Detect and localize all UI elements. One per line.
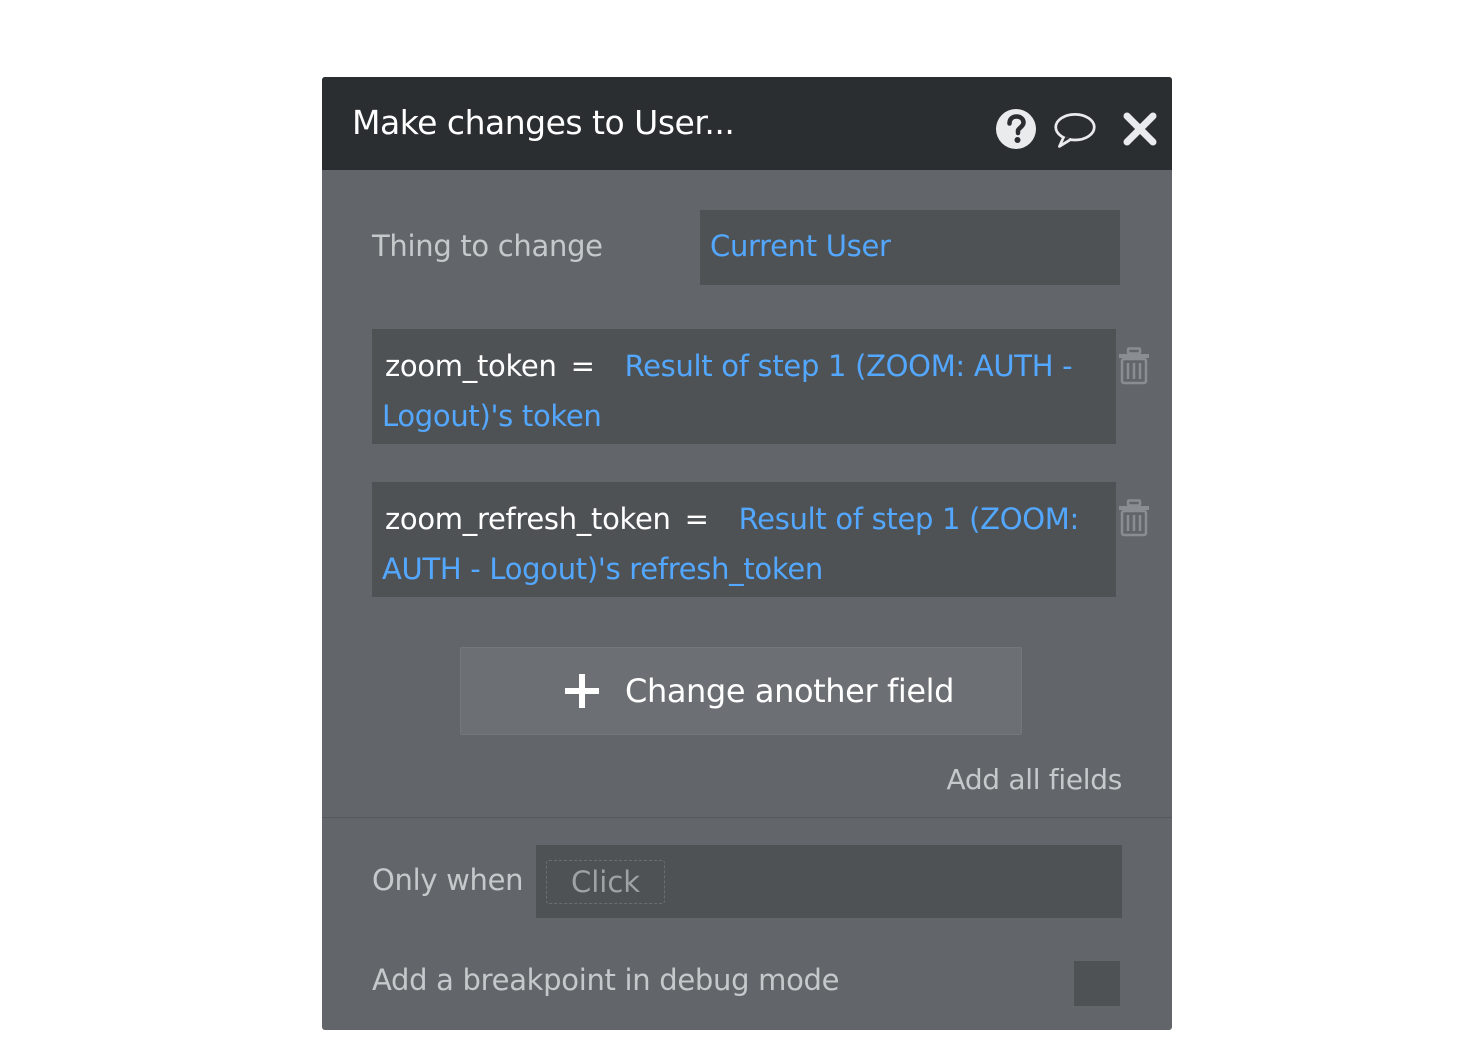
close-x-icon[interactable]: [1118, 107, 1162, 151]
field-name: zoom_refresh_token: [385, 502, 671, 536]
field-assignment: zoom_token = Result of step 1 (ZOOM: AUTH …: [382, 341, 1092, 441]
field-assignment: zoom_refresh_token = Result of step 1 (ZOO…: [382, 494, 1092, 594]
thing-to-change-value: Current User: [710, 229, 891, 263]
breakpoint-checkbox[interactable]: [1074, 961, 1120, 1006]
only-when-label: Only when: [372, 863, 524, 897]
field-name: zoom_token: [385, 349, 557, 383]
dialog-header: Make changes to User...: [322, 77, 1172, 170]
only-when-field[interactable]: Click: [536, 845, 1122, 918]
thing-to-change-field[interactable]: Current User: [700, 210, 1120, 285]
change-another-field-label: Change another field: [625, 672, 955, 710]
only-when-placeholder[interactable]: Click: [546, 860, 666, 904]
breakpoint-label: Add a breakpoint in debug mode: [372, 963, 840, 997]
field-operator: =: [570, 349, 595, 383]
section-divider: [322, 817, 1172, 818]
trash-icon[interactable]: [1117, 347, 1151, 385]
help-circle-icon[interactable]: [994, 107, 1038, 151]
thing-to-change-label: Thing to change: [372, 229, 603, 263]
field-row-zoom-token[interactable]: zoom_token = Result of step 1 (ZOOM: AUTH …: [372, 329, 1116, 444]
field-row-zoom-refresh-token[interactable]: zoom_refresh_token = Result of step 1 (ZOO…: [372, 482, 1116, 597]
change-another-field-button[interactable]: Change another field: [460, 647, 1022, 735]
plus-icon: [565, 674, 599, 708]
dialog-title: Make changes to User...: [352, 103, 735, 142]
make-changes-dialog: Make changes to User... Thing to change …: [322, 77, 1172, 1030]
add-all-fields-link[interactable]: Add all fields: [946, 763, 1122, 796]
trash-icon[interactable]: [1117, 499, 1151, 537]
field-operator: =: [684, 502, 709, 536]
comment-bubble-icon[interactable]: [1053, 107, 1097, 151]
